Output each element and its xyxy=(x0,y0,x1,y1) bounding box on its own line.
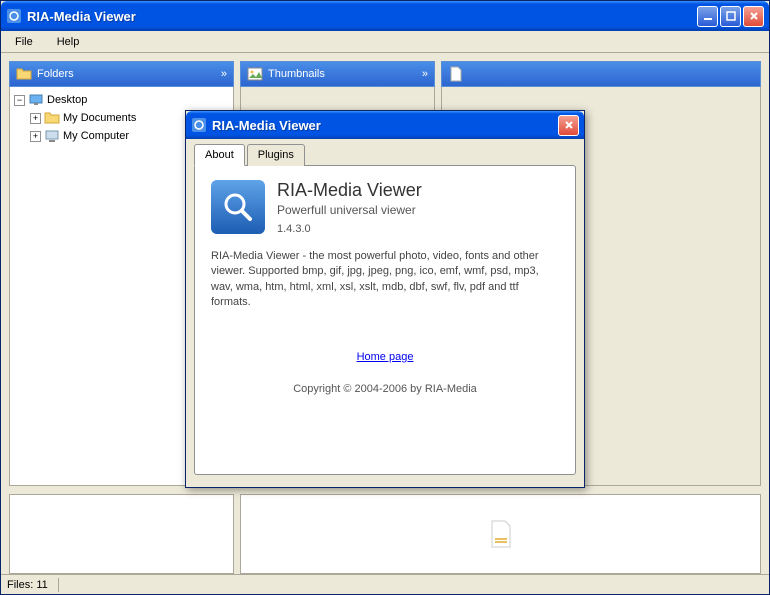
about-subtitle: Powerfull universal viewer xyxy=(277,203,422,217)
tab-plugins[interactable]: Plugins xyxy=(247,144,305,166)
menu-help[interactable]: Help xyxy=(51,34,86,50)
close-button[interactable] xyxy=(743,6,764,27)
app-icon xyxy=(6,8,22,24)
about-title: RIA-Media Viewer xyxy=(277,180,422,201)
computer-icon xyxy=(44,128,60,144)
homepage-link[interactable]: Home page xyxy=(357,351,414,363)
status-files: Files: 11 xyxy=(7,579,48,591)
documents-icon xyxy=(44,110,60,126)
about-version: 1.4.3.0 xyxy=(277,223,422,235)
window-title: RIA-Media Viewer xyxy=(27,9,697,24)
maximize-button[interactable] xyxy=(720,6,741,27)
dialog-tabs: About Plugins xyxy=(194,144,576,166)
bottom-panels xyxy=(9,494,761,574)
app-logo-icon xyxy=(211,180,265,234)
expand-icon[interactable]: + xyxy=(30,131,41,142)
status-separator xyxy=(58,578,59,592)
about-description: RIA-Media Viewer - the most powerful pho… xyxy=(211,249,559,311)
desktop-icon xyxy=(28,92,44,108)
tree-desktop[interactable]: − Desktop xyxy=(14,91,229,109)
bottom-left-panel xyxy=(9,494,234,574)
thumbnails-title: Thumbnails xyxy=(268,68,325,80)
about-copyright: Copyright © 2004-2006 by RIA-Media xyxy=(211,383,559,395)
image-icon xyxy=(247,66,263,82)
folders-header: Folders » xyxy=(9,61,234,87)
folder-icon xyxy=(16,66,32,82)
collapse-icon[interactable]: − xyxy=(14,95,25,106)
dialog-body: About Plugins RIA-Media Viewer Powerfull… xyxy=(186,139,584,487)
bottom-right-panel xyxy=(240,494,761,574)
expand-icon[interactable]: + xyxy=(30,113,41,124)
tree-label: My Documents xyxy=(63,112,136,124)
document-icon xyxy=(489,520,513,548)
app-icon xyxy=(191,117,207,133)
tree-label: My Computer xyxy=(63,130,129,142)
document-icon xyxy=(448,66,464,82)
preview-header xyxy=(441,61,761,87)
minimize-button[interactable] xyxy=(697,6,718,27)
about-tab-content: RIA-Media Viewer Powerfull universal vie… xyxy=(194,165,576,475)
dialog-close-button[interactable] xyxy=(558,115,579,136)
dialog-titlebar: RIA-Media Viewer xyxy=(186,111,584,139)
main-titlebar: RIA-Media Viewer xyxy=(1,1,769,31)
tab-about[interactable]: About xyxy=(194,144,245,166)
chevron-icon[interactable]: » xyxy=(221,68,227,80)
tree-label: Desktop xyxy=(47,94,87,106)
menu-file[interactable]: File xyxy=(9,34,39,50)
statusbar: Files: 11 xyxy=(1,574,769,594)
dialog-title: RIA-Media Viewer xyxy=(212,118,558,133)
window-controls xyxy=(697,6,764,27)
menubar: File Help xyxy=(1,31,769,53)
about-dialog: RIA-Media Viewer About Plugins RIA-Media… xyxy=(185,110,585,488)
thumbnails-header: Thumbnails » xyxy=(240,61,435,87)
chevron-icon[interactable]: » xyxy=(422,68,428,80)
folders-title: Folders xyxy=(37,68,74,80)
